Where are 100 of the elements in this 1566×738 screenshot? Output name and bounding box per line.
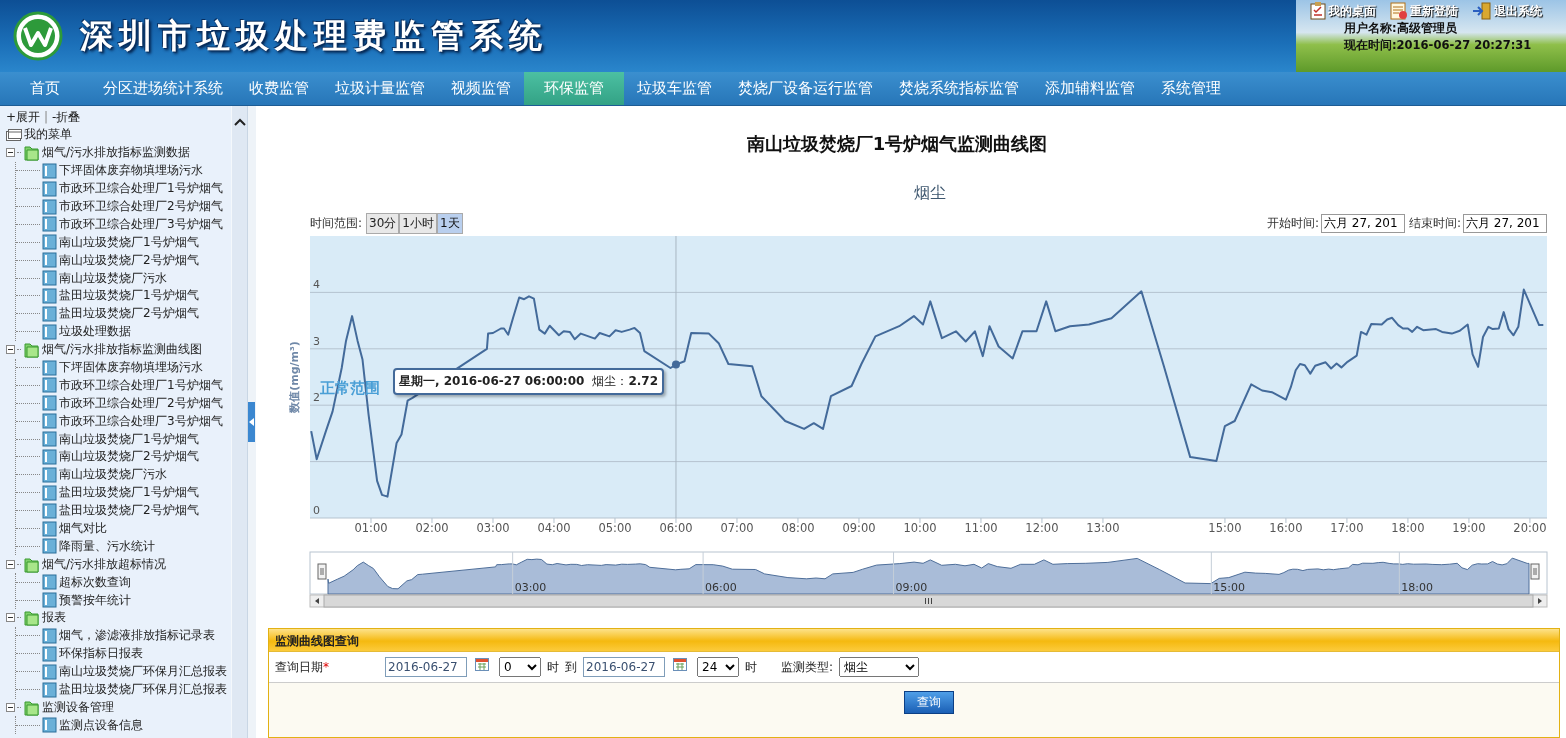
nav-tab[interactable]: 焚烧系统指标监管 (886, 72, 1032, 105)
x-axis-label: 03:00 (476, 521, 510, 535)
menu-item[interactable]: 盐田垃圾焚烧厂环保月汇总报表 (59, 681, 227, 699)
end-date-field[interactable]: 2016-06-27 (583, 657, 665, 677)
x-axis-label: 13:00 (1086, 521, 1120, 535)
navigator-time-label: 15:00 (1213, 581, 1246, 594)
document-icon (42, 162, 57, 179)
x-axis-label: 07:00 (720, 521, 754, 535)
navigator-handle[interactable] (317, 563, 327, 580)
menu-group[interactable]: 报表 (42, 609, 66, 627)
collapse-toggle-icon[interactable] (6, 345, 15, 355)
x-axis-label: 09:00 (842, 521, 876, 535)
menu-item[interactable]: 超标次数查询 (59, 573, 131, 591)
nav-tab[interactable]: 视频监管 (438, 72, 524, 105)
menu-item[interactable]: 降雨量、污水统计 (59, 537, 155, 555)
y-axis-label: 2 (313, 391, 320, 405)
menu-item[interactable]: 市政环卫综合处理厂1号炉烟气 (59, 180, 223, 198)
folder-icon (23, 144, 40, 162)
menu-item[interactable]: 南山垃圾焚烧厂2号炉烟气 (59, 251, 199, 269)
end-time-label: 结束时间: (1408, 214, 1461, 232)
nav-tab[interactable]: 垃圾车监管 (624, 72, 725, 105)
menu-item[interactable]: 市政环卫综合处理厂3号炉烟气 (59, 412, 223, 430)
document-icon (42, 627, 57, 644)
navigator-handle[interactable] (1530, 563, 1540, 580)
x-axis-label: 17:00 (1330, 521, 1364, 535)
calendar-icon[interactable] (475, 657, 489, 671)
tooltip-value: 2.72 (628, 373, 658, 388)
calendar-icon[interactable] (673, 657, 687, 671)
navigator-scrollbar[interactable] (309, 594, 1548, 608)
menu-group[interactable]: 烟气/污水排放超标情况 (42, 555, 167, 573)
hour-unit-label: 时 (745, 658, 757, 676)
menu-item[interactable]: 市政环卫综合处理厂2号炉烟气 (59, 198, 223, 215)
window-icon (6, 128, 22, 141)
nav-tab[interactable]: 分区进场统计系统 (90, 72, 236, 105)
collapse-toggle-icon[interactable] (6, 148, 15, 158)
menu-item[interactable]: 盐田垃圾焚烧厂1号炉烟气 (59, 287, 199, 305)
chevron-up-icon[interactable] (233, 118, 246, 126)
menu-item[interactable]: 监测点设备信息 (59, 716, 143, 734)
collapse-toggle-icon[interactable] (6, 613, 15, 623)
menu-item[interactable]: 市政环卫综合处理厂1号炉烟气 (59, 376, 223, 394)
menu-root-label: 我的菜单 (24, 126, 72, 144)
exit-door-icon (1472, 2, 1492, 20)
menu-group[interactable]: 监测设备管理 (42, 698, 114, 716)
menu-item[interactable]: 南山垃圾焚烧厂环保月汇总报表 (59, 663, 227, 681)
document-icon (42, 359, 57, 376)
document-icon (42, 645, 57, 662)
nav-tab[interactable]: 首页 (0, 72, 90, 105)
menu-group[interactable]: 烟气/污水排放指标监测数据 (42, 144, 191, 162)
folder-icon (23, 555, 40, 573)
menu-item[interactable]: 南山垃圾焚烧厂1号炉烟气 (59, 233, 199, 251)
start-date-field[interactable]: 2016-06-27 (385, 657, 467, 677)
collapse-all-link[interactable]: -折叠 (52, 108, 81, 126)
document-icon (42, 520, 57, 537)
x-axis-label: 05:00 (598, 521, 632, 535)
to-label: 到 (565, 658, 577, 676)
collapse-toggle-icon[interactable] (6, 559, 15, 569)
menu-item[interactable]: 环保指标日报表 (59, 645, 143, 663)
document-icon (42, 484, 57, 501)
monitor-type-select[interactable]: 烟尘 (839, 657, 920, 677)
start-time-field[interactable]: 六月 27, 201 (1320, 213, 1405, 233)
document-icon (42, 252, 57, 269)
menu-item[interactable]: 烟气对比 (59, 520, 107, 538)
menu-item[interactable]: 南山垃圾焚烧厂2号炉烟气 (59, 448, 199, 466)
menu-item[interactable]: 预警按年统计 (59, 591, 131, 609)
menu-item[interactable]: 市政环卫综合处理厂2号炉烟气 (59, 394, 223, 412)
range-button[interactable]: 1小时 (399, 212, 437, 234)
x-axis-label: 04:00 (537, 521, 571, 535)
menu-group[interactable]: 烟气/污水排放指标监测曲线图 (42, 341, 203, 359)
x-axis-label: 02:00 (415, 521, 449, 535)
document-icon (42, 305, 57, 322)
current-time-text: 现在时间:2016-06-27 20:27:31 (1342, 37, 1533, 54)
menu-item[interactable]: 南山垃圾焚烧厂1号炉烟气 (59, 430, 199, 448)
collapse-toggle-icon[interactable] (6, 702, 15, 712)
range-button[interactable]: 30分 (366, 212, 400, 234)
menu-item[interactable]: 盐田垃圾焚烧厂1号炉烟气 (59, 484, 199, 502)
nav-tab[interactable]: 垃圾计量监管 (322, 72, 438, 105)
expand-all-link[interactable]: +展开 (6, 108, 41, 126)
menu-item[interactable]: 盐田垃圾焚烧厂2号炉烟气 (59, 305, 199, 323)
menu-item[interactable]: 盐田垃圾焚烧厂2号炉烟气 (59, 502, 199, 520)
menu-item[interactable]: 南山垃圾焚烧厂污水 (59, 466, 167, 484)
hour-unit-label: 时 (547, 658, 559, 676)
range-button[interactable]: 1天 (436, 212, 463, 234)
start-hour-select[interactable]: 0 (499, 657, 541, 677)
query-button[interactable]: 查询 (904, 691, 954, 714)
document-icon (42, 180, 57, 197)
menu-item[interactable]: 市政环卫综合处理厂3号炉烟气 (59, 215, 223, 233)
menu-item[interactable]: 南山垃圾焚烧厂污水 (59, 269, 167, 287)
menu-item[interactable]: 烟气，渗滤液排放指标记录表 (59, 627, 215, 645)
nav-tab[interactable]: 系统管理 (1148, 72, 1234, 105)
sidebar-scrollbar[interactable] (231, 106, 248, 738)
menu-item[interactable]: 下坪固体废弃物填埋场污水 (59, 162, 203, 180)
tooltip-time: 星期一, 2016-06-27 06:00:00 (399, 373, 585, 388)
nav-tab[interactable]: 焚烧厂设备运行监管 (725, 72, 886, 105)
collapse-sidebar-handle[interactable] (248, 402, 256, 442)
nav-tab[interactable]: 收费监管 (236, 72, 322, 105)
menu-item[interactable]: 下坪固体废弃物填埋场污水 (59, 359, 203, 376)
end-hour-select[interactable]: 24 (697, 657, 739, 677)
menu-item[interactable]: 垃圾处理数据 (59, 323, 131, 341)
nav-tab[interactable]: 添加辅料监管 (1032, 72, 1148, 105)
end-time-field[interactable]: 六月 27, 201 (1463, 213, 1547, 233)
